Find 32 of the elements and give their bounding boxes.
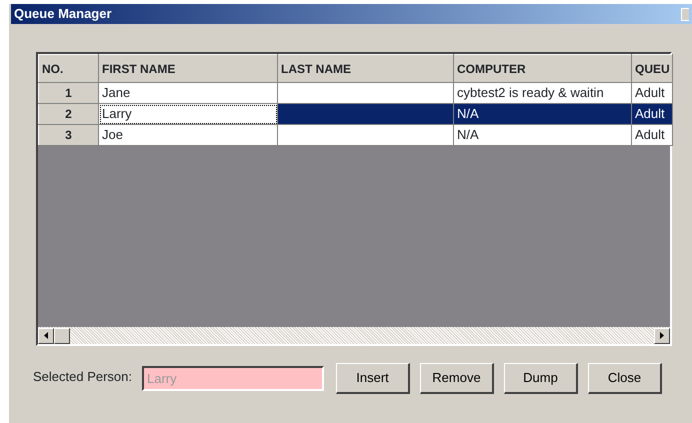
table-cell[interactable] <box>278 82 454 104</box>
dialog-button[interactable]: Remove <box>420 363 494 394</box>
dialog-button[interactable]: Insert <box>336 363 410 394</box>
scroll-left-button[interactable] <box>38 328 54 344</box>
left-arrow-icon <box>44 332 48 339</box>
table-cell[interactable]: Joe <box>98 124 278 146</box>
table-cell[interactable]: Adult <box>632 124 672 146</box>
scroll-thumb[interactable] <box>54 328 70 344</box>
table-cell[interactable] <box>278 104 454 124</box>
table-cell[interactable]: N/A <box>454 104 632 124</box>
column-header[interactable]: QUEU <box>632 54 672 82</box>
window-title: Queue Manager <box>14 5 112 24</box>
dialog-button[interactable]: Dump <box>504 363 578 394</box>
right-arrow-icon <box>660 332 664 339</box>
table-cell[interactable]: Adult <box>632 82 672 104</box>
table-cell[interactable]: Jane <box>98 82 278 104</box>
column-header[interactable]: LAST NAME <box>278 54 454 82</box>
row-header[interactable]: 3 <box>38 124 98 146</box>
table-cell[interactable]: N/A <box>454 124 632 146</box>
column-header[interactable]: FIRST NAME <box>98 54 278 82</box>
table-cell[interactable]: Adult <box>632 104 672 124</box>
horizontal-scrollbar[interactable] <box>38 327 670 344</box>
row-header[interactable]: 2 <box>38 104 98 124</box>
column-header[interactable]: COMPUTER <box>454 54 632 82</box>
table-cell[interactable]: Larry <box>98 104 278 124</box>
row-header[interactable]: 1 <box>38 82 98 104</box>
table-cell[interactable]: cybtest2 is ready & waitin <box>454 82 632 104</box>
selected-person-label: Selected Person: <box>33 368 132 386</box>
dialog-button[interactable]: Close <box>588 363 662 394</box>
column-header[interactable]: NO. <box>38 54 98 82</box>
scroll-right-button[interactable] <box>654 328 670 344</box>
table-cell[interactable] <box>278 124 454 146</box>
